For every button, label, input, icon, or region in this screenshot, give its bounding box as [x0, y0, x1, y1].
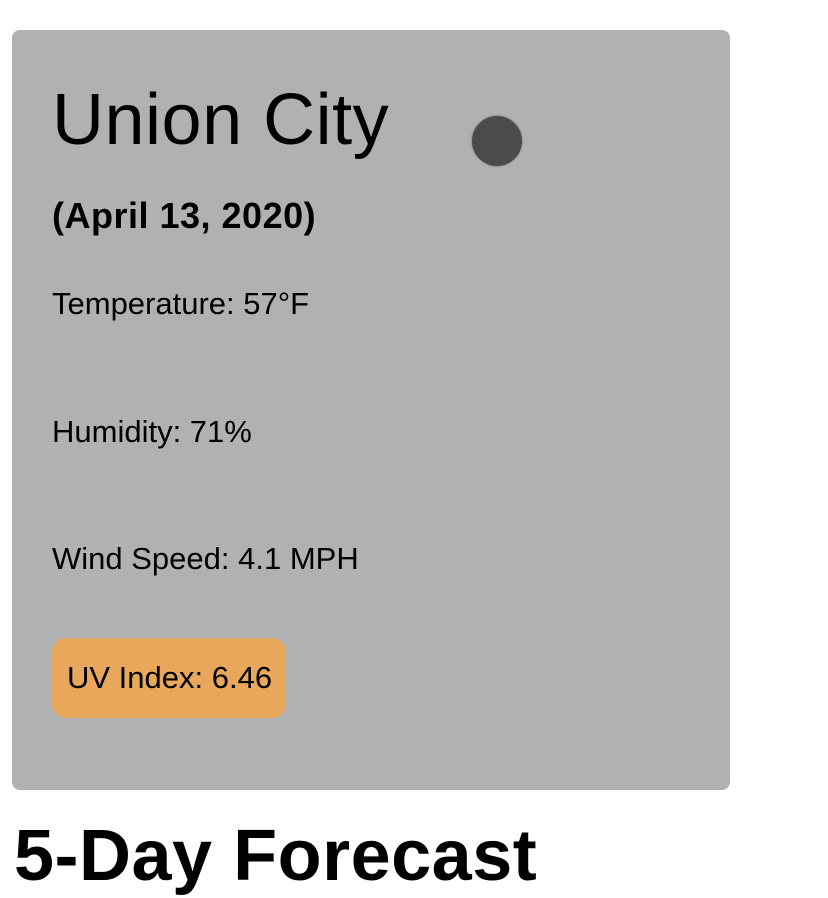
uv-index-badge: UV Index: 6.46 — [52, 638, 286, 718]
current-weather-card: Union City (April 13, 2020) Temperature:… — [12, 30, 730, 790]
humidity-text: Humidity: 71% — [52, 414, 252, 449]
temperature-text: Temperature: 57°F — [52, 286, 310, 321]
weather-condition-icon — [472, 116, 522, 166]
current-date: (April 13, 2020) — [52, 195, 317, 236]
city-name: Union City — [52, 80, 390, 160]
forecast-heading: 5-Day Forecast — [14, 816, 538, 896]
wind-speed-text: Wind Speed: 4.1 MPH — [52, 541, 359, 576]
